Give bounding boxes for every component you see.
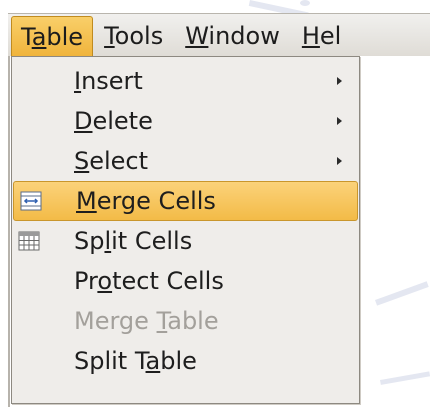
merge-cells-icon — [19, 189, 43, 213]
menu-table-mnemonic: a — [31, 23, 47, 51]
menu-window-mnemonic: W — [185, 22, 209, 50]
label-mnemonic: o — [97, 267, 113, 295]
label-pre: Split T — [74, 347, 146, 375]
window-edge — [8, 56, 10, 407]
menu-tools-label-post: ools — [114, 22, 164, 50]
menu-window[interactable]: Window — [174, 16, 291, 56]
screenshot-frame: Table Tools Window Hel Insert Delete Sel… — [0, 0, 430, 407]
label-post: able — [167, 307, 219, 335]
menu-item-select[interactable]: Select — [12, 141, 359, 181]
table-menu-dropdown: Insert Delete Select Merge Cells Split C… — [11, 56, 360, 404]
menu-item-insert[interactable]: Insert — [12, 61, 359, 101]
label-post: it Cells — [111, 227, 193, 255]
label-post: ble — [160, 347, 197, 375]
background-decoration — [380, 371, 430, 385]
menu-item-label: Insert — [74, 67, 143, 95]
menu-window-label-post: indow — [208, 22, 280, 50]
menu-table[interactable]: Table — [11, 16, 94, 56]
label-post: nsert — [81, 67, 143, 95]
label-pre: Sp — [74, 227, 105, 255]
split-cells-icon — [17, 229, 41, 253]
menu-item-split-table[interactable]: Split Table — [12, 341, 359, 381]
menu-item-split-cells[interactable]: Split Cells — [12, 221, 359, 261]
menu-help[interactable]: Hel — [291, 16, 341, 56]
menu-item-protect-cells[interactable]: Protect Cells — [12, 261, 359, 301]
menu-item-label: Merge Cells — [76, 187, 216, 215]
menu-tools-mnemonic: T — [104, 22, 115, 50]
label-post: elect — [89, 147, 149, 175]
label-post: erge Cells — [96, 187, 216, 215]
menu-item-label: Split Cells — [74, 227, 192, 255]
label-pre: Pr — [74, 267, 98, 295]
background-decoration — [300, 0, 310, 6]
menu-item-label: Protect Cells — [74, 267, 224, 295]
label-mnemonic: a — [145, 347, 161, 375]
label-post: tect Cells — [112, 267, 224, 295]
menu-item-label: Merge Table — [74, 307, 219, 335]
label-post: elete — [92, 107, 153, 135]
label-mnemonic: T — [156, 307, 168, 335]
submenu-arrow-icon — [337, 157, 342, 165]
label-mnemonic: D — [74, 107, 93, 135]
label-mnemonic: S — [74, 147, 90, 175]
label-mnemonic: M — [76, 187, 97, 215]
menu-help-mnemonic: H — [301, 22, 320, 50]
background-decoration — [375, 281, 429, 306]
menu-item-merge-table: Merge Table — [12, 301, 359, 341]
menu-table-label-post: ble — [46, 23, 84, 51]
menu-item-merge-cells[interactable]: Merge Cells — [13, 181, 358, 221]
menu-table-label-pre: T — [21, 23, 32, 51]
menu-tools[interactable]: Tools — [93, 16, 174, 56]
menu-item-delete[interactable]: Delete — [12, 101, 359, 141]
menu-item-label: Select — [74, 147, 148, 175]
menu-bar: Table Tools Window Hel — [8, 13, 430, 56]
submenu-arrow-icon — [337, 77, 342, 85]
label-pre: Merge — [74, 307, 157, 335]
menu-help-label-post: el — [319, 22, 342, 50]
menu-item-label: Split Table — [74, 347, 197, 375]
menu-item-label: Delete — [74, 107, 153, 135]
submenu-arrow-icon — [337, 117, 342, 125]
